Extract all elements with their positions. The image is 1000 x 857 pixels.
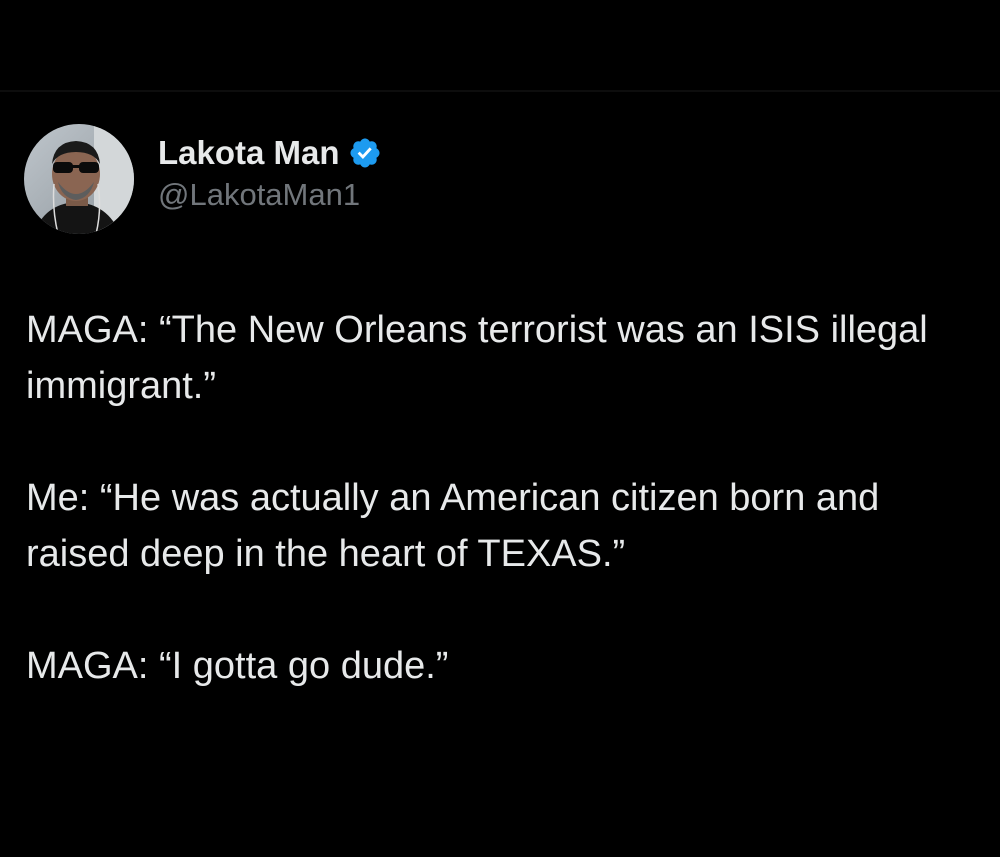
tweet: Lakota Man @LakotaMan1 MAGA: “The New Or… [0, 0, 1000, 857]
name-row: Lakota Man [158, 133, 382, 173]
tweet-header: Lakota Man @LakotaMan1 [24, 124, 382, 234]
author-handle[interactable]: @LakotaMan1 [158, 175, 382, 215]
tweet-paragraph: MAGA: “I gotta go dude.” [26, 645, 449, 687]
avatar-photo [24, 124, 134, 234]
verified-badge-icon[interactable] [348, 136, 382, 170]
avatar[interactable] [24, 124, 134, 234]
tweet-text: MAGA: “The New Orleans terrorist was an … [26, 302, 966, 694]
author-display-name[interactable]: Lakota Man [158, 133, 340, 173]
tweet-paragraph: Me: “He was actually an American citizen… [26, 477, 880, 575]
tweet-paragraph: MAGA: “The New Orleans terrorist was an … [26, 309, 928, 407]
author-identity: Lakota Man @LakotaMan1 [158, 133, 382, 215]
